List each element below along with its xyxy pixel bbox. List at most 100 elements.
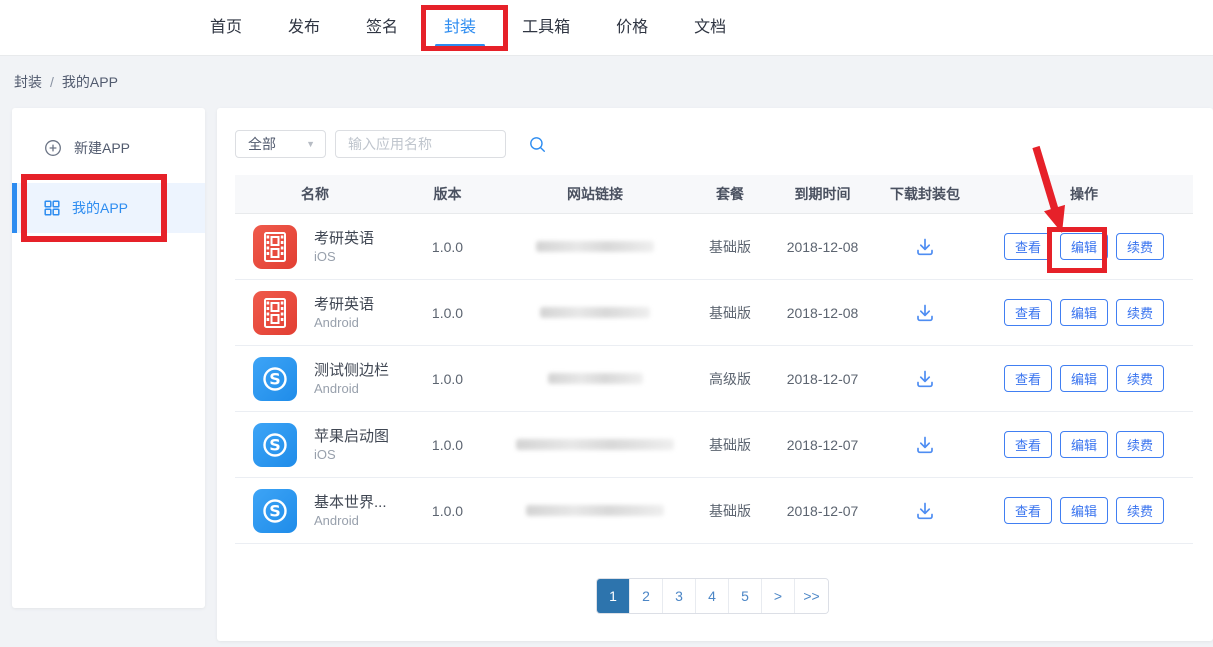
search-box [335, 130, 506, 158]
nav-tab-package[interactable]: 封装 [444, 0, 476, 56]
sidebar-item-new-app[interactable]: 新建APP [12, 128, 205, 168]
table-row: S 基本世界... Android 1.0.0 基础版 2018-12-07 查… [235, 478, 1193, 544]
app-icon: S [253, 357, 297, 401]
link-redacted [516, 439, 674, 450]
last-page-button[interactable]: >> [795, 579, 828, 613]
plus-circle-icon [44, 139, 62, 157]
app-plan: 基础版 [690, 435, 770, 455]
nav-tab-toolbox[interactable]: 工具箱 [522, 0, 570, 56]
page-button-5[interactable]: 5 [729, 579, 762, 613]
app-icon: S [253, 291, 297, 335]
app-icon: S [253, 225, 297, 269]
sidebar-item-label: 我的APP [72, 198, 128, 218]
s-logo-icon: S [253, 423, 297, 467]
main-nav: 首页 发布 签名 封装 工具箱 价格 文档 [210, 0, 726, 56]
next-page-button[interactable]: > [762, 579, 795, 613]
table-row: S 苹果启动图 iOS 1.0.0 基础版 2018-12-07 查看 编辑 [235, 412, 1193, 478]
renew-button[interactable]: 续费 [1116, 233, 1164, 260]
edit-button[interactable]: 编辑 [1060, 431, 1108, 458]
nav-tab-publish[interactable]: 发布 [288, 0, 320, 56]
app-name: 苹果启动图 [314, 427, 389, 446]
view-button[interactable]: 查看 [1004, 299, 1052, 326]
s-logo-icon: S [253, 357, 297, 401]
app-plan: 高级版 [690, 369, 770, 389]
app-expiry: 2018-12-08 [770, 239, 875, 255]
view-button[interactable]: 查看 [1004, 431, 1052, 458]
app-platform: Android [314, 314, 374, 331]
column-header-plan: 套餐 [690, 184, 770, 204]
page-button-3[interactable]: 3 [663, 579, 696, 613]
active-indicator-bar [12, 183, 17, 233]
download-icon[interactable] [914, 434, 936, 456]
s-logo-icon: S [253, 489, 297, 533]
svg-text:S: S [269, 369, 281, 388]
app-name: 基本世界... [314, 493, 387, 512]
app-platform: Android [314, 380, 389, 397]
link-redacted [526, 505, 664, 516]
breadcrumb: 封装/我的APP [14, 56, 118, 108]
view-button[interactable]: 查看 [1004, 233, 1052, 260]
column-header-expiry: 到期时间 [770, 184, 875, 204]
download-icon[interactable] [914, 236, 936, 258]
app-plan: 基础版 [690, 303, 770, 323]
filter-select[interactable]: 全部 ▼ [235, 130, 326, 158]
nav-tab-sign[interactable]: 签名 [366, 0, 398, 56]
nav-tab-docs[interactable]: 文档 [694, 0, 726, 56]
app-platform: Android [314, 512, 387, 529]
search-input[interactable] [336, 136, 529, 152]
page-button-1[interactable]: 1 [597, 579, 630, 613]
app-expiry: 2018-12-08 [770, 305, 875, 321]
grid-icon [44, 200, 60, 216]
renew-button[interactable]: 续费 [1116, 431, 1164, 458]
edit-button[interactable]: 编辑 [1060, 497, 1108, 524]
nav-tab-home[interactable]: 首页 [210, 0, 242, 56]
table-row: S 考研英语 Android 1.0.0 基础版 2018-12-08 查看 编… [235, 280, 1193, 346]
app-plan: 基础版 [690, 501, 770, 521]
app-version: 1.0.0 [395, 371, 500, 387]
table-header-row: 名称 版本 网站链接 套餐 到期时间 下载封装包 操作 [235, 175, 1193, 214]
app-platform: iOS [314, 248, 374, 265]
app-version: 1.0.0 [395, 239, 500, 255]
link-redacted [548, 373, 643, 384]
app-name: 测试侧边栏 [314, 361, 389, 380]
app-icon: S [253, 489, 297, 533]
app-version: 1.0.0 [395, 503, 500, 519]
column-header-name: 名称 [235, 184, 395, 204]
chevron-down-icon: ▼ [306, 139, 325, 149]
nav-tab-price[interactable]: 价格 [616, 0, 648, 56]
renew-button[interactable]: 续费 [1116, 497, 1164, 524]
link-redacted [540, 307, 650, 318]
column-header-version: 版本 [395, 184, 500, 204]
app-version: 1.0.0 [395, 305, 500, 321]
app-packaging-page: 首页 发布 签名 封装 工具箱 价格 文档 封装/我的APP 新建APP 我的A… [0, 0, 1213, 647]
breadcrumb-current: 我的APP [62, 74, 118, 90]
edit-button[interactable]: 编辑 [1060, 299, 1108, 326]
app-icon: S [253, 423, 297, 467]
table-body: S 考研英语 iOS 1.0.0 基础版 2018-12-08 查看 编辑 [235, 214, 1193, 544]
download-icon[interactable] [914, 368, 936, 390]
download-icon[interactable] [914, 500, 936, 522]
app-name: 考研英语 [314, 295, 374, 314]
sidebar-item-my-app[interactable]: 我的APP [12, 183, 205, 233]
edit-button[interactable]: 编辑 [1060, 233, 1108, 260]
sidebar: 新建APP 我的APP [12, 108, 205, 608]
page-button-2[interactable]: 2 [630, 579, 663, 613]
pagination: 1 2 3 4 5 > >> [596, 578, 829, 614]
breadcrumb-root[interactable]: 封装 [14, 74, 42, 90]
edit-button[interactable]: 编辑 [1060, 365, 1108, 392]
sidebar-item-label: 新建APP [74, 138, 130, 158]
column-header-link: 网站链接 [500, 184, 690, 204]
view-button[interactable]: 查看 [1004, 497, 1052, 524]
download-icon[interactable] [914, 302, 936, 324]
app-expiry: 2018-12-07 [770, 503, 875, 519]
page-button-4[interactable]: 4 [696, 579, 729, 613]
filter-select-value: 全部 [236, 134, 306, 154]
column-header-actions: 操作 [975, 184, 1193, 204]
main-panel: 全部 ▼ 名称 版本 网站链接 套餐 到期时间 下载封装包 操作 [217, 108, 1213, 641]
svg-text:S: S [269, 501, 281, 520]
search-icon[interactable] [529, 136, 555, 153]
renew-button[interactable]: 续费 [1116, 299, 1164, 326]
renew-button[interactable]: 续费 [1116, 365, 1164, 392]
view-button[interactable]: 查看 [1004, 365, 1052, 392]
app-table: 名称 版本 网站链接 套餐 到期时间 下载封装包 操作 S [235, 175, 1193, 544]
